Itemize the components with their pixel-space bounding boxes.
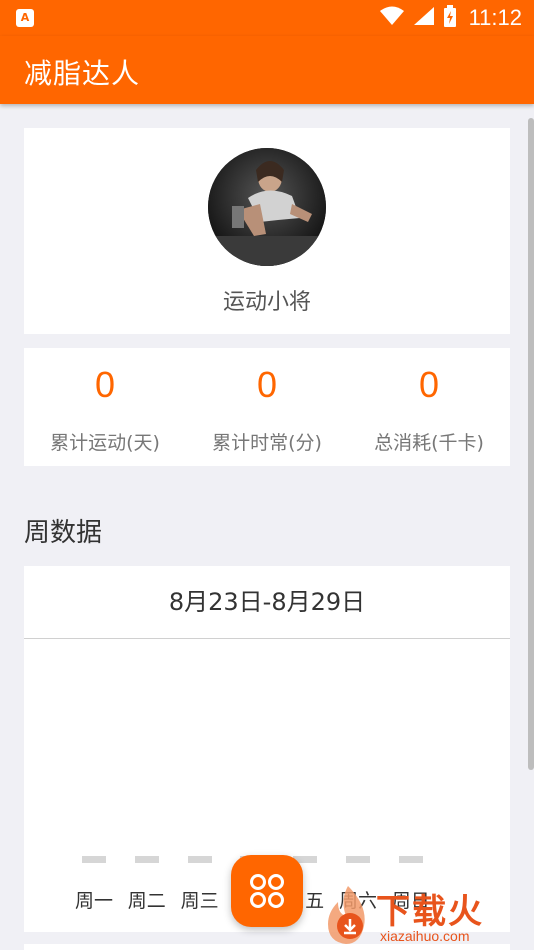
stat-total-minutes: 0 累计时常(分) (186, 348, 348, 466)
wifi-icon (379, 6, 405, 30)
avatar[interactable] (208, 148, 326, 266)
app-title: 减脂达人 (24, 57, 141, 90)
status-icons: 11:12 (379, 4, 522, 32)
weekly-bar (187, 856, 212, 863)
stat-total-days: 0 累计运动(天) (24, 348, 186, 466)
scrollbar[interactable] (528, 118, 534, 770)
stat-label: 累计运动(天) (50, 432, 160, 454)
nickname: 运动小将 (222, 290, 311, 315)
menu-grid-icon (250, 874, 284, 908)
app-bar: 减脂达人 (0, 36, 534, 104)
watermark: 下载火 xiazaihuo.com (318, 880, 534, 950)
weekly-day-label: 周一 (74, 890, 113, 912)
weekly-day-label: 周三 (180, 890, 219, 912)
signal-icon (413, 6, 435, 30)
weekly-bar (346, 856, 370, 863)
stat-value: 0 (94, 364, 116, 405)
stat-total-calories: 0 总消耗(千卡) (348, 348, 510, 466)
notification-icon: A (16, 9, 34, 27)
section-title-weekly: 周数据 (24, 518, 103, 548)
profile-card: 运动小将 (24, 128, 510, 334)
stat-label: 总消耗(千卡) (374, 432, 484, 454)
weekly-day-label: 周二 (127, 890, 166, 912)
watermark-domain: xiazaihuo.com (380, 928, 470, 944)
battery-icon (443, 5, 457, 31)
weekly-bar (398, 856, 423, 863)
date-range[interactable]: 8月23日-8月29日 (24, 566, 510, 639)
menu-fab[interactable] (231, 855, 303, 927)
watermark-text: 下载火 (376, 892, 484, 932)
status-bar: A 11:12 (0, 0, 534, 36)
clock: 11:12 (468, 5, 522, 30)
stat-label: 累计时常(分) (212, 432, 322, 454)
stat-value: 0 (418, 364, 440, 405)
stats-card: 0 累计运动(天) 0 累计时常(分) 0 总消耗(千卡) (24, 348, 510, 466)
weekly-bar (82, 856, 106, 863)
flame-logo-icon (328, 886, 365, 944)
stat-value: 0 (256, 364, 278, 405)
weekly-bar (134, 856, 159, 863)
